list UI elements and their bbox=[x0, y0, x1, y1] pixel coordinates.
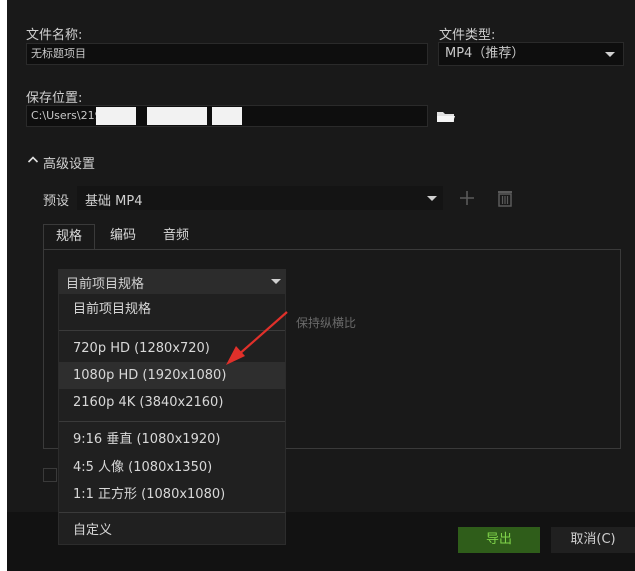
annotation-arrow bbox=[226, 311, 288, 365]
